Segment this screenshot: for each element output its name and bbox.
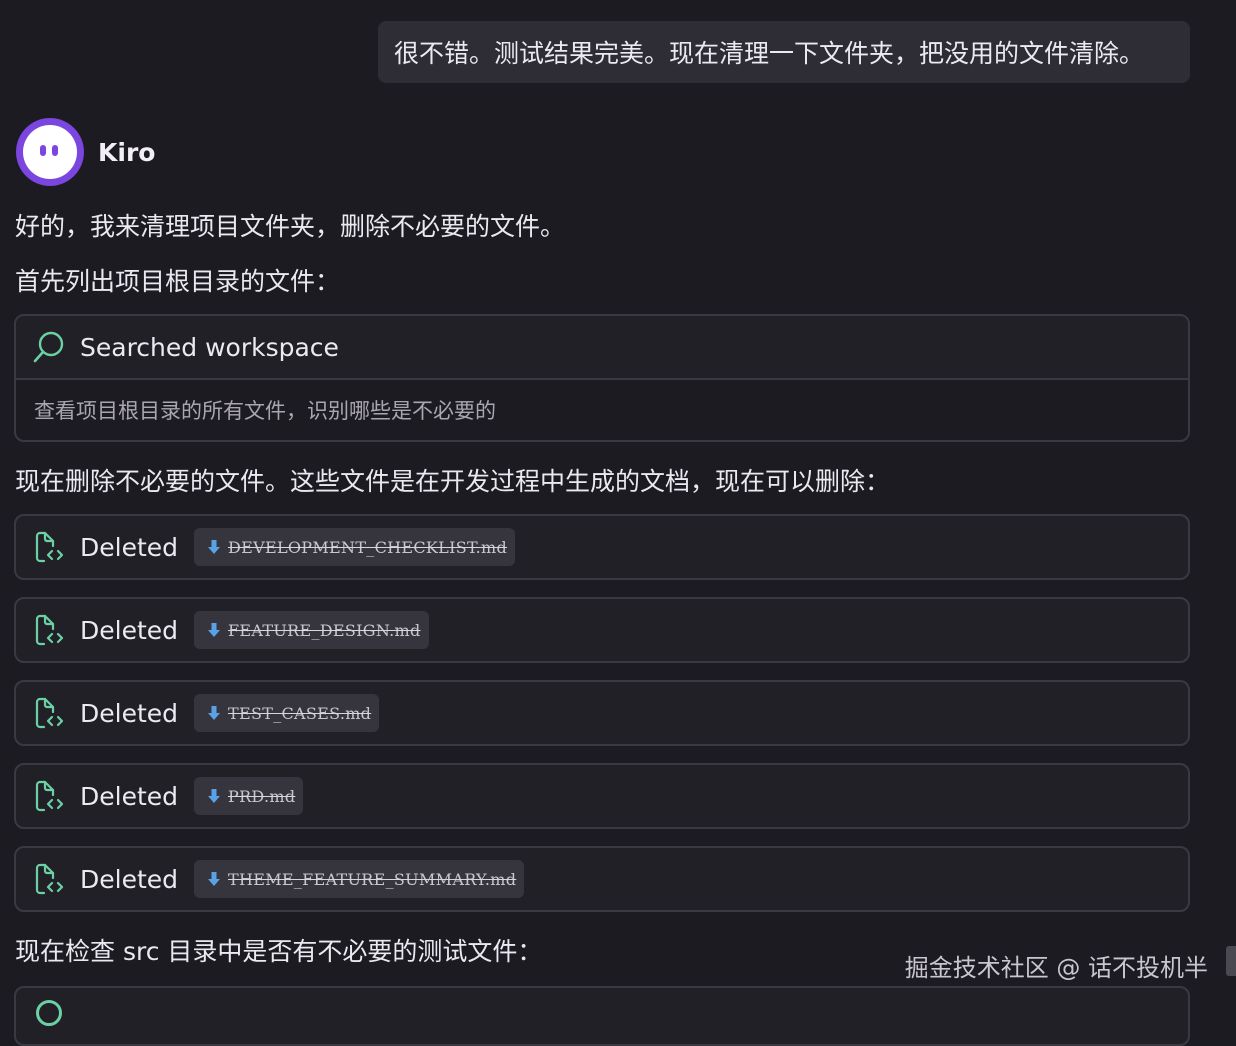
deleted-status-label: Deleted: [80, 532, 179, 562]
file-chip[interactable]: DEVELOPMENT_CHECKLIST.md: [194, 528, 515, 566]
agent-header: Kiro: [16, 118, 155, 186]
deleted-status-label: Deleted: [80, 781, 179, 811]
list-root-text: 首先列出项目根目录的文件：: [15, 267, 341, 296]
search-icon: [36, 1000, 62, 1026]
file-code-icon: [35, 697, 64, 729]
deleted-file-card[interactable]: Deleted FEATURE_DESIGN.md: [14, 597, 1190, 663]
deleted-file-card[interactable]: Deleted DEVELOPMENT_CHECKLIST.md: [14, 514, 1190, 580]
markdown-file-icon: [208, 706, 221, 720]
deleted-file-card[interactable]: Deleted THEME_FEATURE_SUMMARY.md: [14, 846, 1190, 912]
search-workspace-description: 查看项目根目录的所有文件，识别哪些是不必要的: [34, 399, 496, 423]
deleted-file-name: THEME_FEATURE_SUMMARY.md: [228, 869, 517, 889]
avatar: [16, 118, 84, 186]
avatar-eye-right: [52, 145, 58, 156]
file-code-icon: [35, 614, 64, 646]
markdown-file-icon: [208, 789, 221, 803]
file-code-icon: [35, 863, 64, 895]
file-chip[interactable]: FEATURE_DESIGN.md: [194, 611, 429, 649]
ghost-icon: [23, 125, 77, 179]
deleted-file-name: PRD.md: [228, 786, 296, 806]
scrollbar-thumb[interactable]: [1226, 946, 1236, 976]
markdown-file-icon: [208, 623, 221, 637]
deleted-file-name: FEATURE_DESIGN.md: [228, 620, 421, 640]
deleted-status-label: Deleted: [80, 864, 179, 894]
markdown-file-icon: [208, 540, 221, 554]
search-workspace-card[interactable]: Searched workspace 查看项目根目录的所有文件，识别哪些是不必要…: [14, 314, 1190, 442]
reply-intro-text: 好的，我来清理项目文件夹，删除不必要的文件。: [15, 212, 566, 241]
file-chip[interactable]: PRD.md: [194, 777, 304, 815]
file-code-icon: [35, 780, 64, 812]
deleted-file-card[interactable]: Deleted PRD.md: [14, 763, 1190, 829]
check-src-text: 现在检查 src 目录中是否有不必要的测试文件：: [15, 937, 543, 966]
next-tool-card[interactable]: [14, 986, 1190, 1046]
deleted-file-card[interactable]: Deleted TEST_CASES.md: [14, 680, 1190, 746]
deleted-status-label: Deleted: [80, 698, 179, 728]
markdown-file-icon: [208, 872, 221, 886]
watermark: 掘金技术社区 @ 话不投机半: [904, 954, 1208, 982]
delete-docs-text: 现在删除不必要的文件。这些文件是在开发过程中生成的文档，现在可以删除：: [15, 467, 891, 496]
search-workspace-label: Searched workspace: [80, 332, 339, 362]
search-icon: [33, 331, 64, 363]
file-code-icon: [35, 531, 64, 563]
agent-name: Kiro: [98, 137, 156, 167]
search-workspace-header[interactable]: Searched workspace: [16, 316, 1188, 380]
file-chip[interactable]: THEME_FEATURE_SUMMARY.md: [194, 860, 525, 898]
user-message-bubble: 很不错。测试结果完美。现在清理一下文件夹，把没用的文件清除。: [378, 21, 1190, 83]
deleted-file-name: TEST_CASES.md: [228, 703, 372, 723]
deleted-status-label: Deleted: [80, 615, 179, 645]
user-message-text: 很不错。测试结果完美。现在清理一下文件夹，把没用的文件清除。: [394, 39, 1145, 68]
deleted-file-name: DEVELOPMENT_CHECKLIST.md: [228, 537, 507, 557]
avatar-eye-left: [40, 145, 46, 156]
file-chip[interactable]: TEST_CASES.md: [194, 694, 380, 732]
